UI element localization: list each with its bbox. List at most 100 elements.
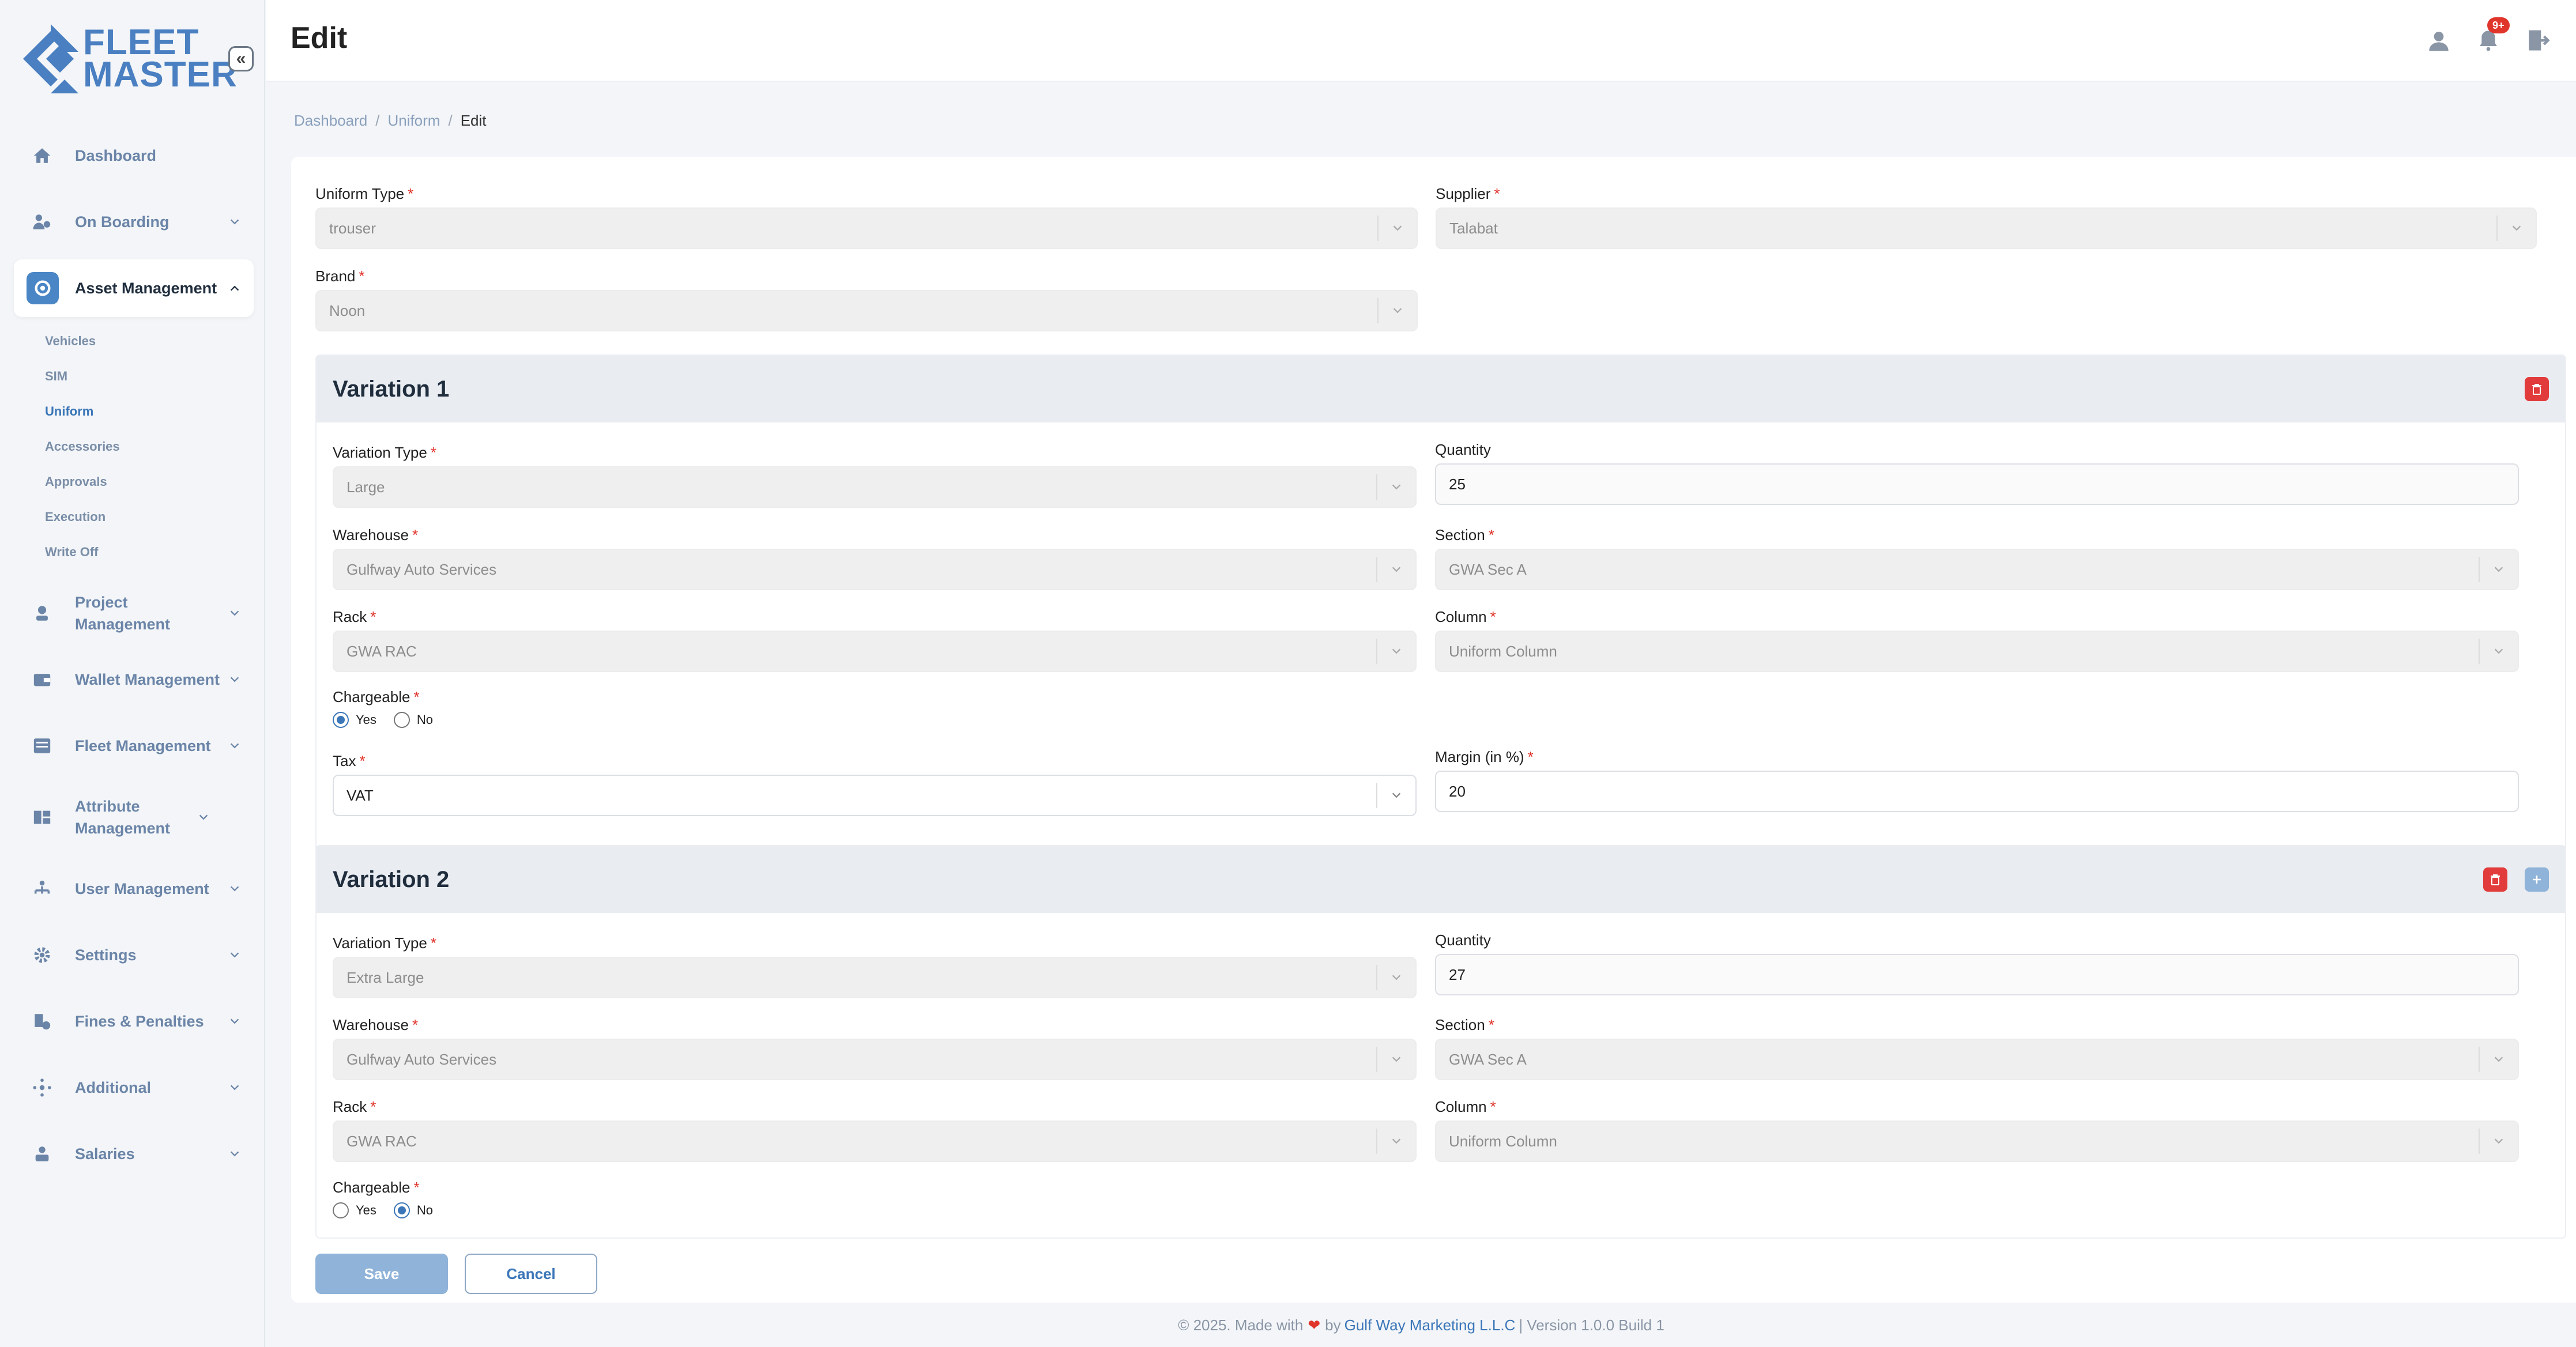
- tax-select[interactable]: VAT: [333, 775, 1417, 816]
- rack-value: GWA RAC: [347, 1132, 417, 1150]
- chargeable-yes-radio[interactable]: Yes: [333, 1202, 376, 1218]
- warehouse-value: Gulfway Auto Services: [347, 1050, 497, 1068]
- column-select[interactable]: Uniform Column: [1435, 1120, 2519, 1162]
- warehouse-field: Warehouse * Gulfway Auto Services: [333, 1013, 1417, 1080]
- rack-select[interactable]: GWA RAC: [333, 631, 1417, 672]
- breadcrumb: Dashboard / Uniform / Edit: [294, 112, 487, 130]
- brand-label-text: Brand: [315, 267, 356, 285]
- radio-unchecked: [333, 1202, 349, 1218]
- section-select[interactable]: GWA Sec A: [1435, 1039, 2519, 1080]
- logo-mark-icon: [23, 24, 78, 93]
- sidebar-item-project-management[interactable]: Project Management: [14, 584, 254, 642]
- sidebar-item-label: Settings: [75, 946, 137, 964]
- rack-field: Rack * GWA RAC: [333, 605, 1417, 672]
- trash-icon: [2491, 874, 2500, 885]
- radio-checked: [393, 1202, 410, 1218]
- warehouse-select[interactable]: Gulfway Auto Services: [333, 1039, 1417, 1080]
- app-logo[interactable]: FLEET MASTER: [23, 23, 237, 95]
- column-select[interactable]: Uniform Column: [1435, 631, 2519, 672]
- chevron-down-icon: [1376, 557, 1415, 582]
- variation-type-select[interactable]: Extra Large: [333, 957, 1417, 998]
- margin-input[interactable]: 20: [1435, 771, 2519, 812]
- sidebar-subitem-uniform[interactable]: Uniform: [45, 394, 254, 429]
- add-variation-button[interactable]: [2525, 867, 2549, 892]
- chevron-down-icon: [2479, 557, 2518, 582]
- warehouse-select[interactable]: Gulfway Auto Services: [333, 549, 1417, 590]
- supplier-value: Talabat: [1449, 219, 1498, 237]
- sidebar-item-fleet-management[interactable]: Fleet Management: [14, 717, 254, 775]
- sidebar-item-attribute-management[interactable]: Attribute Management: [14, 783, 254, 851]
- column-label-text: Column: [1435, 1098, 1487, 1115]
- delete-variation-button[interactable]: [2483, 867, 2507, 892]
- required-marker: *: [1488, 1016, 1494, 1033]
- sidebar-item-label: Salaries: [75, 1145, 135, 1163]
- radio-label: No: [416, 1203, 434, 1217]
- footer-version: | Version 1.0.0 Build 1: [1519, 1316, 1664, 1334]
- sidebar-item-label: User Management: [75, 880, 209, 897]
- section-select[interactable]: GWA Sec A: [1435, 549, 2519, 590]
- breadcrumb-uniform[interactable]: Uniform: [387, 112, 440, 129]
- sidebar-subitem-write-off[interactable]: Write Off: [45, 534, 254, 569]
- quantity-input[interactable]: 27: [1435, 954, 2519, 995]
- sidebar-item-label: Wallet Management: [75, 671, 220, 688]
- quantity-input[interactable]: 25: [1435, 463, 2519, 505]
- chevron-down-icon: [227, 881, 242, 896]
- section-field: Section * GWA Sec A: [1435, 1013, 2519, 1080]
- variation-title: Variation 2: [333, 866, 450, 892]
- footer-by: by: [1325, 1316, 1341, 1334]
- chevron-down-icon: [227, 606, 242, 621]
- uniform-type-field: Uniform Type * trouser: [315, 182, 1418, 249]
- sidebar-item-user-management[interactable]: User Management: [14, 860, 254, 918]
- sidebar-subitem-execution[interactable]: Execution: [45, 499, 254, 534]
- sidebar-item-asset-management[interactable]: Asset Management: [14, 259, 254, 317]
- sidebar-item-fines-penalties[interactable]: Fines & Penalties: [14, 993, 254, 1050]
- supplier-select[interactable]: Talabat: [1436, 207, 2537, 249]
- attribute-icon: [29, 804, 55, 831]
- chargeable-label: Chargeable *: [333, 1176, 679, 1199]
- quantity-label: Quantity: [1435, 441, 1491, 458]
- sidebar-item-on-boarding[interactable]: On Boarding: [14, 193, 254, 251]
- brand-field: Brand * Noon: [315, 265, 1418, 331]
- section-label: Section *: [1435, 523, 2519, 546]
- footer-company-link[interactable]: Gulf Way Marketing L.L.C: [1345, 1316, 1516, 1334]
- tax-label: Tax *: [333, 749, 1417, 772]
- breadcrumb-dashboard[interactable]: Dashboard: [294, 112, 367, 129]
- plus-icon: [2533, 876, 2541, 884]
- onboarding-icon: [29, 209, 55, 235]
- sidebar-item-settings[interactable]: Settings: [14, 926, 254, 984]
- sidebar-item-wallet-management[interactable]: Wallet Management: [14, 651, 254, 708]
- logout-icon[interactable]: [2523, 25, 2553, 55]
- notification-badge: 9+: [2487, 17, 2510, 33]
- notification-bell-icon[interactable]: 9+: [2473, 17, 2510, 55]
- uniform-type-label: Uniform Type *: [315, 182, 1418, 205]
- chevron-down-icon: [1376, 783, 1415, 808]
- sidebar-subitem-vehicles[interactable]: Vehicles: [45, 323, 254, 359]
- sidebar-subitem-sim[interactable]: SIM: [45, 359, 254, 394]
- sidebar-item-salaries[interactable]: Salaries: [14, 1125, 254, 1183]
- chargeable-no-radio[interactable]: No: [393, 1202, 434, 1218]
- collapse-sidebar-button[interactable]: «: [228, 46, 254, 71]
- rack-select[interactable]: GWA RAC: [333, 1120, 1417, 1162]
- save-button[interactable]: Save: [315, 1254, 448, 1294]
- warehouse-label-text: Warehouse: [333, 1016, 409, 1033]
- sidebar-item-dashboard[interactable]: Dashboard: [14, 127, 254, 184]
- user-profile-icon[interactable]: [2424, 25, 2454, 55]
- variation-type-select[interactable]: Large: [333, 466, 1417, 508]
- uniform-type-select[interactable]: trouser: [315, 207, 1418, 249]
- sidebar-subitem-accessories[interactable]: Accessories: [45, 429, 254, 464]
- fines-icon: [29, 1008, 55, 1035]
- chevron-down-icon: [227, 1080, 242, 1095]
- sidebar-item-label: Dashboard: [75, 147, 157, 164]
- sidebar-item-additional[interactable]: Additional: [14, 1059, 254, 1116]
- chargeable-yes-radio[interactable]: Yes: [333, 712, 376, 728]
- brand-select[interactable]: Noon: [315, 290, 1418, 331]
- chargeable-radio-group: Yes No: [333, 1202, 679, 1218]
- chargeable-field: Chargeable * Yes No: [333, 685, 679, 728]
- chargeable-no-radio[interactable]: No: [393, 712, 434, 728]
- delete-variation-button[interactable]: [2525, 377, 2549, 401]
- cancel-button[interactable]: Cancel: [465, 1254, 597, 1294]
- sidebar-subitem-approvals[interactable]: Approvals: [45, 464, 254, 499]
- radio-label: No: [416, 712, 434, 727]
- required-marker: *: [1490, 1098, 1496, 1115]
- required-marker: *: [1527, 748, 1534, 765]
